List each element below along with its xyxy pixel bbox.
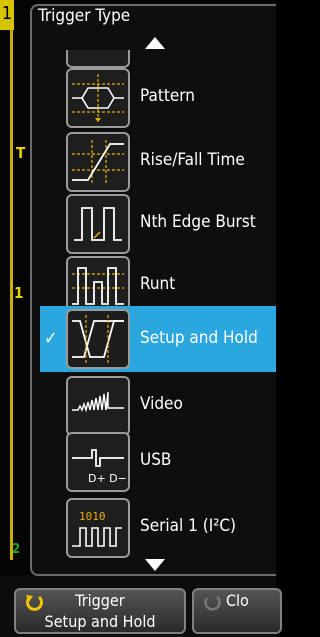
- menu-item-label: Pattern: [140, 86, 195, 106]
- menu-item-label: Nth Edge Burst: [140, 212, 256, 232]
- nth-edge-burst-icon: [66, 194, 130, 254]
- channel-1-ground-marker: 1: [14, 284, 24, 302]
- menu-item-nth-edge-burst[interactable]: Nth Edge Burst: [40, 190, 276, 260]
- trigger-level-marker: T: [16, 144, 26, 162]
- rise-fall-time-icon: [66, 132, 130, 192]
- menu-item-label: USB: [140, 450, 172, 470]
- serial-i2c-icon: 1010: [66, 498, 130, 558]
- menu-item-label: Setup and Hold: [140, 328, 258, 348]
- svg-text:1010: 1010: [79, 510, 106, 523]
- video-icon: [66, 376, 130, 436]
- second-softkey[interactable]: Clo: [192, 588, 282, 634]
- menu-item-label: Serial 1 (I²C): [140, 516, 236, 536]
- setup-and-hold-icon: [66, 309, 130, 369]
- menu-item-serial-1[interactable]: 1010 Serial 1 (I²C): [40, 494, 276, 564]
- channel-1-trace: [10, 30, 13, 560]
- menu-item-label: Video: [140, 394, 183, 414]
- trigger-softkey[interactable]: Trigger Setup and Hold: [14, 588, 186, 634]
- checkmark-icon: ✓: [44, 328, 58, 349]
- menu-item-label: Rise/Fall Time: [140, 150, 245, 170]
- rotate-knob-icon: [204, 596, 221, 611]
- menu-item-setup-and-hold[interactable]: ✓ Setup and Hold: [40, 306, 276, 372]
- menu-title: Trigger Type: [38, 6, 131, 26]
- svg-text:D+ D−: D+ D−: [88, 472, 127, 485]
- pattern-trigger-icon: [66, 68, 130, 128]
- menu-item-usb[interactable]: D+ D− USB: [40, 428, 276, 498]
- channel-1-marker: 1: [0, 0, 14, 30]
- menu-item-rise-fall-time[interactable]: Rise/Fall Time: [40, 128, 276, 198]
- menu-item-pattern[interactable]: Pattern: [40, 64, 276, 134]
- channel-2-ground-marker: 2: [12, 542, 21, 557]
- softkey-line1: Clo: [226, 591, 249, 610]
- usb-icon: D+ D−: [66, 432, 130, 492]
- scroll-down-arrow-icon[interactable]: [144, 558, 166, 572]
- scroll-up-arrow-icon[interactable]: [144, 36, 166, 50]
- softkey-line2: Setup and Hold: [44, 612, 156, 631]
- softkey-line1: Trigger: [75, 591, 125, 610]
- menu-item-label: Runt: [140, 274, 176, 294]
